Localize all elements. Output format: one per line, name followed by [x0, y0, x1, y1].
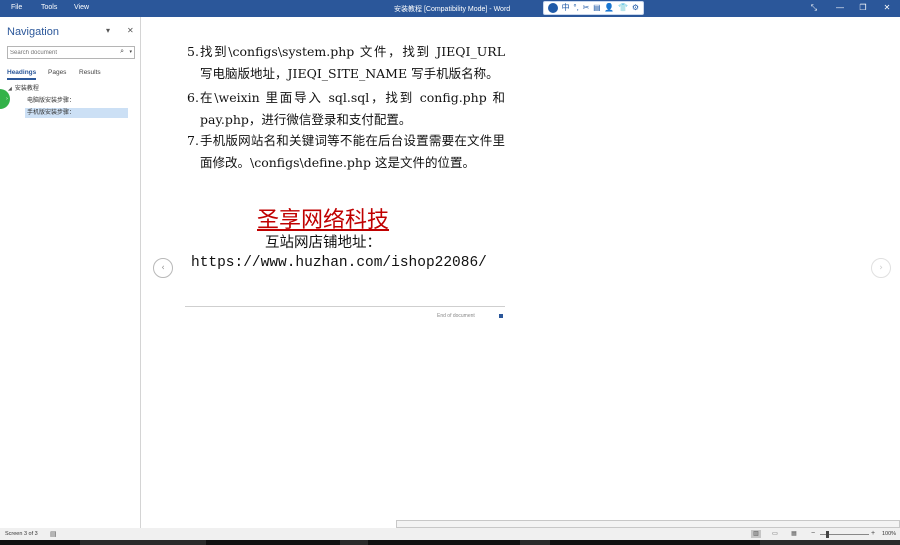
tree-item-label: 安装教程: [14, 86, 39, 92]
tree-item-label: 手机版安装步骤：: [27, 110, 76, 116]
close-window-icon[interactable]: ✕: [881, 2, 893, 14]
tree-item-mobile-install[interactable]: 手机版安装步骤：: [25, 108, 128, 118]
menu-file[interactable]: File: [11, 4, 22, 11]
list-item: 6. 在\weixin 里面导入 sql.sql，找到 config.php 和…: [187, 87, 505, 131]
page-info[interactable]: Screen 3 of 3: [5, 531, 38, 537]
ime-keyboard-icon[interactable]: ▤: [593, 2, 601, 14]
zoom-slider-thumb[interactable]: [826, 531, 829, 538]
list-number: 5.: [187, 44, 199, 59]
end-of-document-label: End of document: [437, 313, 475, 319]
store-url: https://www.huzhan.com/ishop22086/: [191, 255, 487, 271]
search-icon[interactable]: ⌕: [120, 48, 124, 56]
list-text: 找到\configs\system.php 文件，找到 JIEQI_URL 写电…: [200, 44, 505, 81]
read-mode-icon[interactable]: ▥: [751, 530, 761, 538]
title-bar: File Tools View 安装教程 [Compatibility Mode…: [0, 0, 900, 17]
zoom-in-button[interactable]: +: [871, 530, 875, 538]
list-text: 手机版网站名和关键词等不能在后台设置需要在文件里面修改。\configs\def…: [200, 133, 505, 170]
fullscreen-icon[interactable]: ⤡: [808, 2, 820, 14]
proofing-icon[interactable]: ▤: [50, 530, 57, 538]
end-marker-icon: [499, 314, 503, 318]
ime-logo-icon[interactable]: [547, 3, 558, 13]
search-box: ⌕ ▾: [7, 46, 135, 59]
horizontal-scrollbar[interactable]: [396, 520, 900, 528]
document-title: 安装教程 [Compatibility Mode] - Word: [394, 6, 511, 13]
list-number: 6.: [187, 90, 199, 105]
list-number: 7.: [187, 133, 199, 148]
ime-chinese-mode-icon[interactable]: 中: [562, 2, 570, 14]
tab-pages[interactable]: Pages: [48, 69, 66, 76]
next-screen-arrow-icon[interactable]: ›: [871, 258, 891, 278]
store-address-label: 互站网店铺地址：: [265, 235, 381, 251]
tree-item-desktop-install[interactable]: 电脑版安装步骤：: [25, 96, 128, 106]
zoom-out-button[interactable]: −: [811, 530, 815, 538]
print-layout-icon[interactable]: ▭: [770, 530, 780, 538]
tree-item-label: 电脑版安装步骤：: [27, 98, 76, 104]
taskbar-button[interactable]: [80, 540, 206, 545]
list-item: 7. 手机版网站名和关键词等不能在后台设置需要在文件里面修改。\configs\…: [187, 130, 505, 174]
tab-results[interactable]: Results: [79, 69, 101, 76]
ime-toolbar: 中 °, ✂ ▤ 👤 👕 ⚙: [543, 1, 644, 15]
search-input[interactable]: [10, 48, 110, 58]
menu-view[interactable]: View: [74, 4, 89, 11]
restore-icon[interactable]: ❐: [857, 2, 869, 14]
collapse-triangle-icon[interactable]: ◢: [8, 84, 12, 94]
navigation-title: Navigation: [7, 26, 59, 38]
taskbar: [0, 540, 900, 545]
web-layout-icon[interactable]: ▦: [789, 530, 799, 538]
tab-headings[interactable]: Headings: [7, 69, 37, 80]
close-pane-icon[interactable]: ✕: [127, 26, 134, 35]
ime-settings-icon[interactable]: ⚙: [632, 2, 639, 14]
document-area: ‹ › 5. 找到\configs\system.php 文件，找到 JIEQI…: [141, 17, 900, 520]
previous-screen-arrow-icon[interactable]: ‹: [153, 258, 173, 278]
company-name: 圣享网络科技: [257, 208, 390, 233]
tree-item-root[interactable]: ◢ 安装教程: [8, 84, 138, 94]
minimize-icon[interactable]: —: [834, 2, 846, 14]
list-item: 5. 找到\configs\system.php 文件，找到 JIEQI_URL…: [187, 41, 505, 85]
zoom-level[interactable]: 100%: [882, 531, 896, 537]
menu-tools[interactable]: Tools: [41, 4, 57, 11]
taskbar-button[interactable]: [520, 540, 550, 545]
taskbar-button[interactable]: [340, 540, 368, 545]
ime-user-icon[interactable]: 👤: [604, 2, 614, 14]
navigation-pane: Navigation ▾ ✕ ⌕ ▾ Headings Pages Result…: [0, 17, 141, 528]
ime-skin-icon[interactable]: 👕: [618, 2, 628, 14]
pane-options-chevron-icon[interactable]: ▾: [106, 26, 110, 35]
end-divider: [185, 306, 505, 307]
list-text: 在\weixin 里面导入 sql.sql，找到 config.php 和 pa…: [200, 90, 505, 127]
status-bar: Screen 3 of 3 ▤ ▥ ▭ ▦ − + 100%: [0, 528, 900, 540]
search-options-chevron-icon[interactable]: ▾: [129, 49, 132, 55]
ime-punctuation-icon[interactable]: °,: [573, 2, 578, 14]
system-tray: [760, 540, 900, 545]
ime-scissors-icon[interactable]: ✂: [583, 2, 590, 14]
